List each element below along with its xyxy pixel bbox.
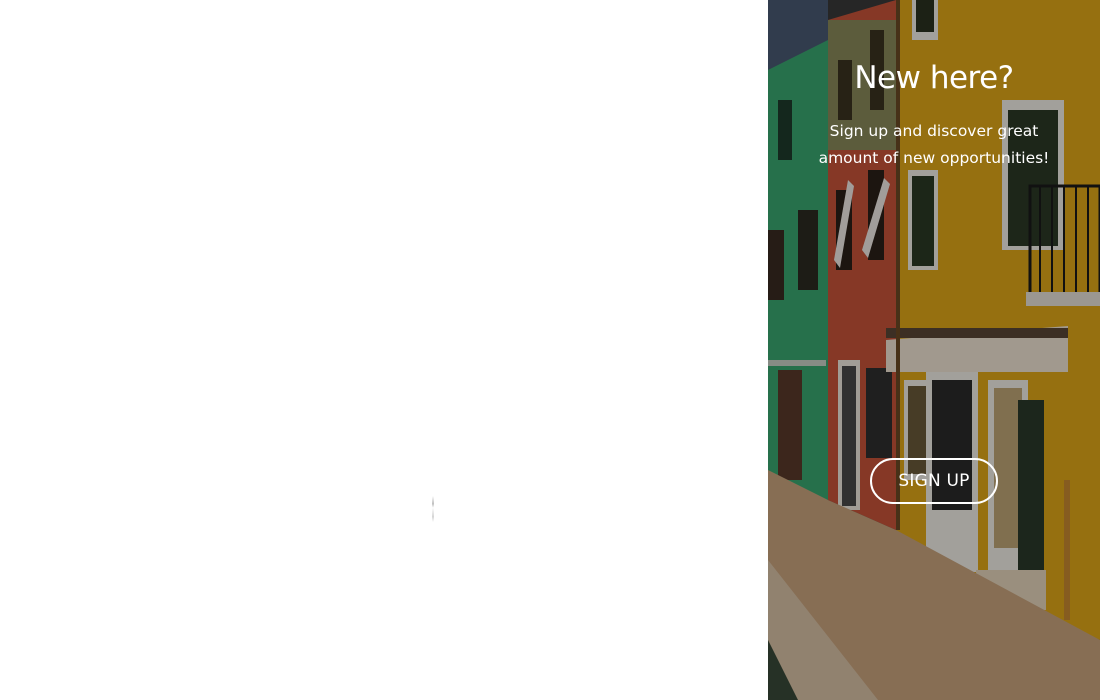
sign-up-button[interactable]: SIGN UP [870,458,998,504]
signup-panel: New here? Sign up and discover great amo… [768,0,1100,700]
text-cursor [432,496,434,522]
signup-title: New here? [854,60,1014,96]
signup-description: Sign up and discover great amount of new… [818,122,1050,167]
signin-panel [0,0,768,700]
signup-content: New here? Sign up and discover great amo… [768,0,1100,700]
auth-page: New here? Sign up and discover great amo… [0,0,1100,700]
